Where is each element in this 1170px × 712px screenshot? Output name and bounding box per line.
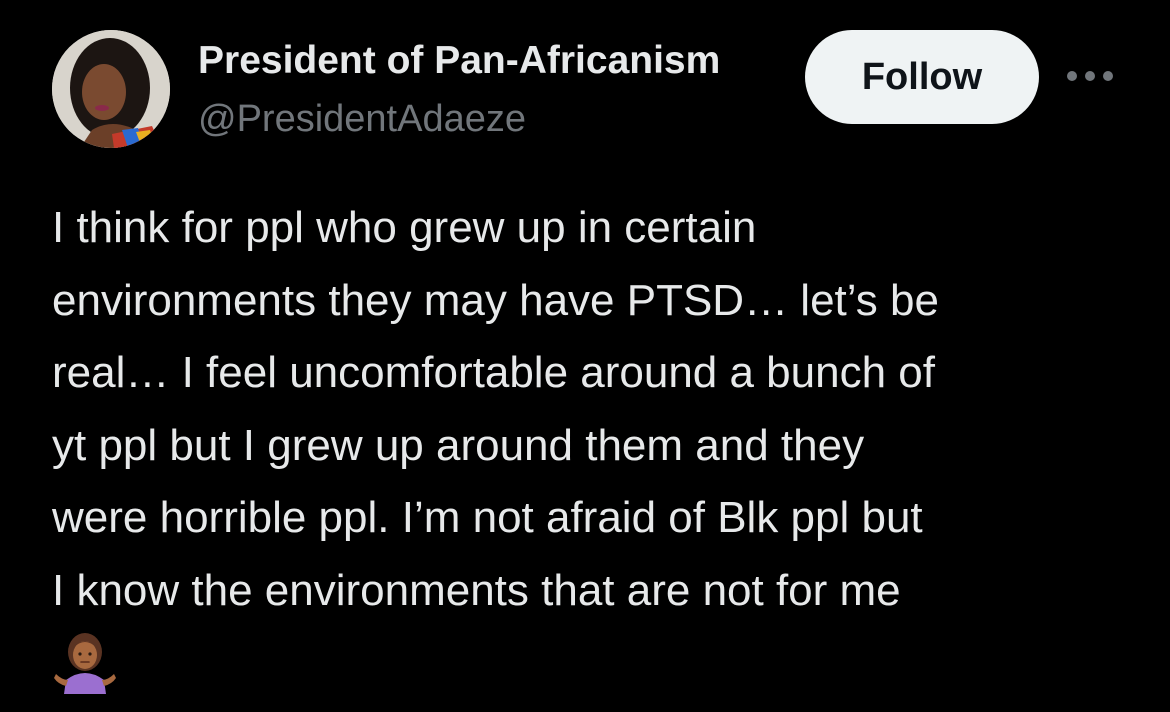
tweet-text-line: real… I feel uncomfortable around a bunc… [52,348,935,397]
tweet-card: President of Pan-Africanism @PresidentAd… [0,0,1170,712]
author-handle[interactable]: @PresidentAdaeze [198,96,526,142]
more-horizontal-icon [1067,71,1113,81]
follow-button[interactable]: Follow [805,30,1039,124]
tweet-text-line: yt ppl but I grew up around them and the… [52,420,865,470]
person-shrugging-emoji [54,630,116,694]
tweet-text-line: were horrible ppl. I’m not afraid of Blk… [52,493,923,542]
more-options-button[interactable] [1060,56,1120,96]
avatar[interactable] [52,30,170,148]
tweet-text: I think for ppl who grew up in certain e… [52,192,1142,627]
avatar-image [52,30,170,148]
author-display-name[interactable]: President of Pan-Africanism [198,38,788,84]
tweet-text-line: I think for ppl who grew up in certain [52,203,757,252]
tweet-text-line: environments they may have PTSD… let’s b… [52,275,939,325]
tweet-text-line: I know the environments that are not for… [52,565,901,615]
